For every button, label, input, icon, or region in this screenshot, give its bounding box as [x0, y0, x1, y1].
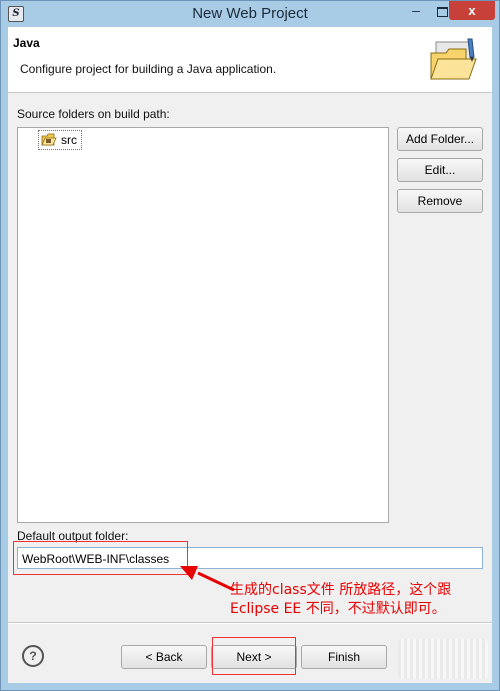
- annotation-arrow-icon: [180, 566, 235, 592]
- tree-item-src[interactable]: src: [38, 130, 82, 150]
- remove-button[interactable]: Remove: [397, 189, 483, 213]
- tree-item-label: src: [61, 133, 77, 147]
- add-folder-button[interactable]: Add Folder...: [397, 127, 483, 151]
- highlight-box-next: [212, 637, 296, 675]
- footer-separator: [8, 622, 492, 624]
- title-bar[interactable]: S New Web Project – x: [1, 1, 499, 27]
- highlight-box-output: [13, 541, 188, 575]
- annotation-line-1: 生成的class文件 所放路径，这个跟: [230, 582, 452, 598]
- dialog-content: Java Configure project for building a Ja…: [8, 27, 492, 683]
- help-icon[interactable]: ?: [22, 645, 44, 667]
- source-folder-icon: [41, 133, 57, 146]
- annotation-text: 生成的class文件 所放路径，这个跟 Eclipse EE 不同，不过默认即可…: [230, 581, 451, 619]
- watermark: [398, 639, 488, 679]
- close-button[interactable]: x: [449, 1, 495, 20]
- back-button[interactable]: < Back: [121, 645, 207, 669]
- minimize-button[interactable]: –: [403, 3, 429, 22]
- page-description: Configure project for building a Java ap…: [20, 62, 277, 76]
- wizard-header: Java Configure project for building a Ja…: [8, 27, 492, 93]
- source-folders-label: Source folders on build path:: [17, 107, 170, 121]
- annotation-line-2: Eclipse EE 不同，不过默认即可。: [230, 601, 446, 617]
- folder-wizard-icon: [430, 38, 477, 80]
- source-folders-tree[interactable]: src: [17, 127, 389, 523]
- maximize-icon: [436, 7, 448, 17]
- finish-button[interactable]: Finish: [301, 645, 387, 669]
- dialog-window: S New Web Project – x Java Configure pro…: [0, 0, 500, 691]
- edit-button[interactable]: Edit...: [397, 158, 483, 182]
- page-title: Java: [13, 36, 40, 50]
